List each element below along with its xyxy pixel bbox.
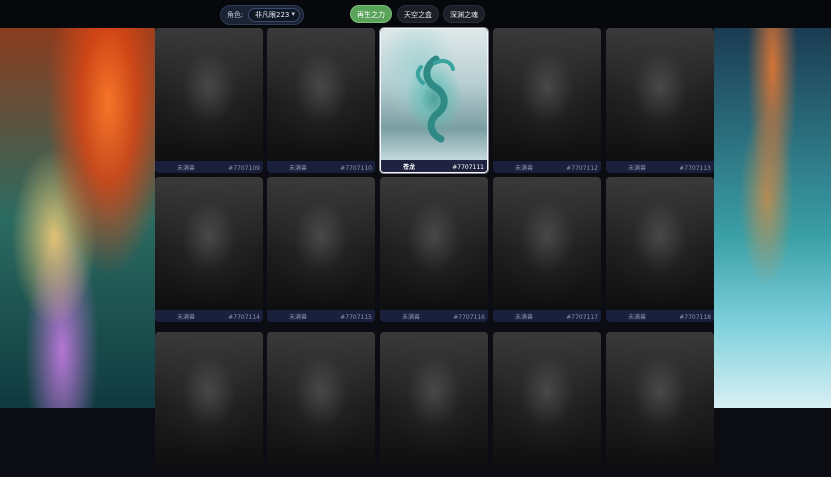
creature-id: #7707117 (566, 314, 598, 321)
creature-name: 未满兽 (177, 314, 196, 321)
top-bar: 角色: 非凡眼223 ▾ 再生之力 天空之盒 深渊之魂 (0, 0, 831, 28)
creature-image (606, 28, 714, 161)
creature-card[interactable] (380, 332, 488, 477)
creature-image (267, 28, 375, 161)
creature-name: 未满兽 (289, 314, 308, 321)
dragon-illustration (415, 55, 455, 143)
creature-card[interactable]: 未满兽 #7707109 (155, 28, 263, 173)
creature-card[interactable] (155, 332, 263, 477)
creature-id: #7707111 (452, 164, 484, 171)
creature-name: 未满兽 (177, 165, 196, 172)
creature-card[interactable]: 未满兽 #7707115 (267, 177, 375, 322)
creature-id: #7707114 (228, 314, 260, 321)
card-meta: 未满兽 #7707112 (493, 161, 601, 173)
card-meta: 未满兽 #7707117 (493, 310, 601, 322)
creature-image (155, 332, 263, 465)
left-decorative-art (0, 28, 155, 408)
creature-card[interactable]: 未满兽 #7707117 (493, 177, 601, 322)
creature-card[interactable]: 未满兽 #7707110 (267, 28, 375, 173)
tab-regeneration[interactable]: 再生之力 (350, 5, 392, 23)
creature-name: 未满兽 (628, 314, 647, 321)
creature-name: 未满兽 (515, 165, 534, 172)
card-grid: 未满兽 #7707109 未满兽 #7707110 苍龙 #7707111 未满… (155, 28, 715, 465)
creature-card[interactable] (493, 332, 601, 477)
creature-id: #7707115 (340, 314, 372, 321)
creature-name: 未满兽 (628, 165, 647, 172)
creature-card-active[interactable]: 苍龙 #7707111 (380, 28, 488, 173)
card-meta: 未满兽 #7707116 (380, 310, 488, 322)
creature-id: #7707109 (228, 165, 260, 172)
creature-name: 未满兽 (515, 314, 534, 321)
creature-image (606, 332, 714, 465)
creature-card[interactable]: 未满兽 #7707118 (606, 177, 714, 322)
creature-image (380, 177, 488, 310)
tab-abyss-soul[interactable]: 深渊之魂 (443, 5, 485, 23)
creature-id: #7707116 (453, 314, 485, 321)
creature-image (381, 29, 487, 162)
creature-image (267, 177, 375, 310)
card-meta: 未满兽 #7707113 (606, 161, 714, 173)
creature-image (155, 28, 263, 161)
card-meta: 未满兽 #7707109 (155, 161, 263, 173)
role-selector: 角色: 非凡眼223 ▾ (220, 5, 304, 25)
creature-card[interactable]: 未满兽 #7707112 (493, 28, 601, 173)
card-meta: 未满兽 #7707114 (155, 310, 263, 322)
creature-image (493, 177, 601, 310)
card-meta: 未满兽 #7707118 (606, 310, 714, 322)
creature-name: 苍龙 (403, 164, 416, 171)
creature-card[interactable]: 未满兽 #7707113 (606, 28, 714, 173)
creature-id: #7707118 (679, 314, 711, 321)
chevron-down-icon: ▾ (291, 10, 295, 18)
card-meta: 未满兽 #7707110 (267, 161, 375, 173)
creature-image (267, 332, 375, 465)
right-decorative-art (714, 28, 831, 408)
role-dropdown[interactable]: 非凡眼223 ▾ (248, 8, 300, 22)
creature-image (155, 177, 263, 310)
role-dropdown-value: 非凡眼223 (255, 11, 290, 19)
creature-name: 未满兽 (289, 165, 308, 172)
creature-id: #7707110 (340, 165, 372, 172)
creature-name: 未满兽 (402, 314, 421, 321)
card-meta: 苍龙 #7707111 (381, 160, 487, 172)
creature-image (380, 332, 488, 465)
creature-image (606, 177, 714, 310)
role-label: 角色: (227, 11, 244, 19)
creature-id: #7707112 (566, 165, 598, 172)
creature-image (493, 332, 601, 465)
creature-image (493, 28, 601, 161)
creature-card[interactable] (606, 332, 714, 477)
creature-card[interactable] (267, 332, 375, 477)
creature-card[interactable]: 未满兽 #7707116 (380, 177, 488, 322)
creature-id: #7707113 (679, 165, 711, 172)
tab-sky-box[interactable]: 天空之盒 (397, 5, 439, 23)
card-meta: 未满兽 #7707115 (267, 310, 375, 322)
creature-card[interactable]: 未满兽 #7707114 (155, 177, 263, 322)
